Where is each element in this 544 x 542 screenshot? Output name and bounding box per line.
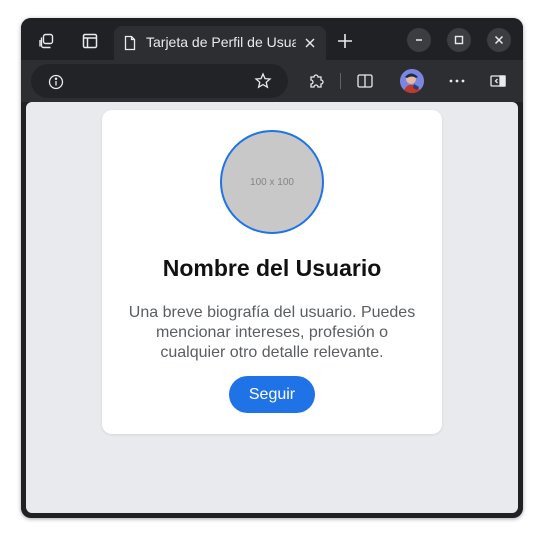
address-bar[interactable] — [31, 64, 288, 98]
plus-icon[interactable] — [334, 30, 356, 52]
puzzle-icon[interactable] — [307, 72, 325, 90]
sidebar-icon[interactable] — [489, 72, 507, 90]
close-icon[interactable] — [300, 33, 320, 53]
profile-avatar: 100 x 100 — [220, 130, 324, 234]
page-viewport: 100 x 100 Nombre del Usuario Una breve b… — [26, 102, 518, 513]
avatar-placeholder-text: 100 x 100 — [250, 176, 294, 188]
browser-window: Tarjeta de Perfil de Usuario — [21, 18, 523, 518]
split-screen-icon[interactable] — [356, 72, 374, 90]
follow-button[interactable]: Seguir — [229, 376, 315, 413]
ellipsis-icon[interactable] — [448, 72, 466, 90]
profile-bio: Una breve biografía del usuario. Puedes … — [128, 304, 416, 361]
page-icon — [122, 35, 138, 51]
avatar[interactable] — [400, 69, 424, 93]
minimize-icon[interactable] — [407, 28, 431, 52]
tab-strip: Tarjeta de Perfil de Usuario — [21, 18, 523, 60]
tab-actions-icon[interactable] — [80, 31, 100, 51]
profile-card: 100 x 100 Nombre del Usuario Una breve b… — [102, 110, 442, 434]
profile-name: Nombre del Usuario — [162, 255, 382, 281]
window-close-icon[interactable] — [487, 28, 511, 52]
workspaces-icon[interactable] — [37, 31, 57, 51]
toolbar-divider — [340, 73, 341, 89]
star-icon[interactable] — [254, 72, 272, 90]
info-icon[interactable] — [47, 73, 65, 91]
maximize-icon[interactable] — [447, 28, 471, 52]
tab-active[interactable]: Tarjeta de Perfil de Usuario — [114, 26, 326, 60]
browser-toolbar — [21, 60, 523, 102]
tab-title: Tarjeta de Perfil de Usuario — [146, 34, 296, 50]
